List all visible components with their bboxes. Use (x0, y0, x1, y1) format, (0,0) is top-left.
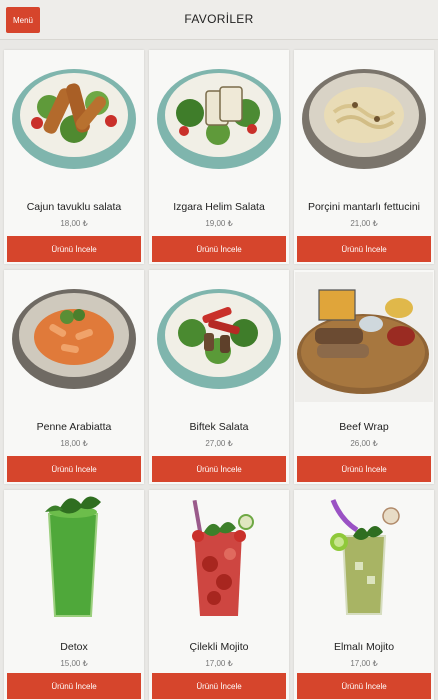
top-bar: Menü FAVORİLER (0, 0, 438, 40)
view-product-button[interactable]: Ürünü İncele (297, 236, 431, 262)
apple-mojito-icon (330, 499, 400, 615)
view-product-button[interactable]: Ürünü İncele (152, 673, 286, 699)
salad-bowl-icon (12, 69, 136, 169)
product-price: 15,00 ₺ (60, 659, 88, 668)
product-image[interactable] (149, 50, 289, 184)
wrap-board-icon (295, 272, 433, 402)
product-price: 17,00 ₺ (350, 659, 378, 668)
product-price: 27,00 ₺ (205, 439, 233, 448)
product-card[interactable]: Detox 15,00 ₺ Ürünü İncele (4, 490, 144, 700)
product-image[interactable] (4, 270, 144, 404)
product-price: 19,00 ₺ (205, 219, 233, 228)
pasta-plate-icon (302, 69, 426, 169)
product-card[interactable]: Çilekli Mojito 17,00 ₺ Ürünü İncele (149, 490, 289, 700)
product-name: Penne Arabiatta (36, 421, 112, 433)
product-image[interactable] (4, 50, 144, 184)
view-product-button[interactable]: Ürünü İncele (297, 456, 431, 482)
product-name: Çilekli Mojito (189, 641, 249, 653)
salad-bowl-icon (157, 289, 281, 389)
product-name: Beef Wrap (339, 421, 389, 433)
product-image[interactable] (294, 270, 434, 404)
product-name: Porçini mantarlı fettucini (307, 201, 421, 213)
view-product-button[interactable]: Ürünü İncele (7, 673, 141, 699)
green-drink-icon (45, 496, 101, 617)
pasta-plate-icon (12, 289, 136, 389)
page-title: FAVORİLER (184, 12, 254, 26)
product-name: Biftek Salata (189, 421, 249, 433)
product-name: Detox (60, 641, 88, 653)
product-grid: Cajun tavuklu salata 18,00 ₺ Ürünü İncel… (4, 50, 434, 700)
product-price: 18,00 ₺ (60, 439, 88, 448)
product-image[interactable] (149, 270, 289, 404)
view-product-button[interactable]: Ürünü İncele (152, 236, 286, 262)
product-image[interactable] (294, 50, 434, 184)
product-price: 18,00 ₺ (60, 219, 88, 228)
strawberry-mojito-icon (192, 499, 254, 616)
product-image[interactable] (294, 490, 434, 624)
product-name: Elmalı Mojito (333, 641, 395, 653)
product-image[interactable] (4, 490, 144, 624)
view-product-button[interactable]: Ürünü İncele (152, 456, 286, 482)
view-product-button[interactable]: Ürünü İncele (7, 236, 141, 262)
view-product-button[interactable]: Ürünü İncele (297, 673, 431, 699)
product-card[interactable]: Biftek Salata 27,00 ₺ Ürünü İncele (149, 270, 289, 484)
salad-bowl-icon (157, 69, 281, 169)
view-product-button[interactable]: Ürünü İncele (7, 456, 141, 482)
product-card[interactable]: Cajun tavuklu salata 18,00 ₺ Ürünü İncel… (4, 50, 144, 264)
product-name: Izgara Helim Salata (173, 201, 265, 213)
product-card[interactable]: Izgara Helim Salata 19,00 ₺ Ürünü İncele (149, 50, 289, 264)
product-card[interactable]: Porçini mantarlı fettucini 21,00 ₺ Ürünü… (294, 50, 434, 264)
product-card[interactable]: Beef Wrap 26,00 ₺ Ürünü İncele (294, 270, 434, 484)
product-price: 21,00 ₺ (350, 219, 378, 228)
product-name: Cajun tavuklu salata (26, 201, 122, 213)
product-price: 17,00 ₺ (205, 659, 233, 668)
product-card[interactable]: Penne Arabiatta 18,00 ₺ Ürünü İncele (4, 270, 144, 484)
product-card[interactable]: Elmalı Mojito 17,00 ₺ Ürünü İncele (294, 490, 434, 700)
product-price: 26,00 ₺ (350, 439, 378, 448)
product-image[interactable] (149, 490, 289, 624)
